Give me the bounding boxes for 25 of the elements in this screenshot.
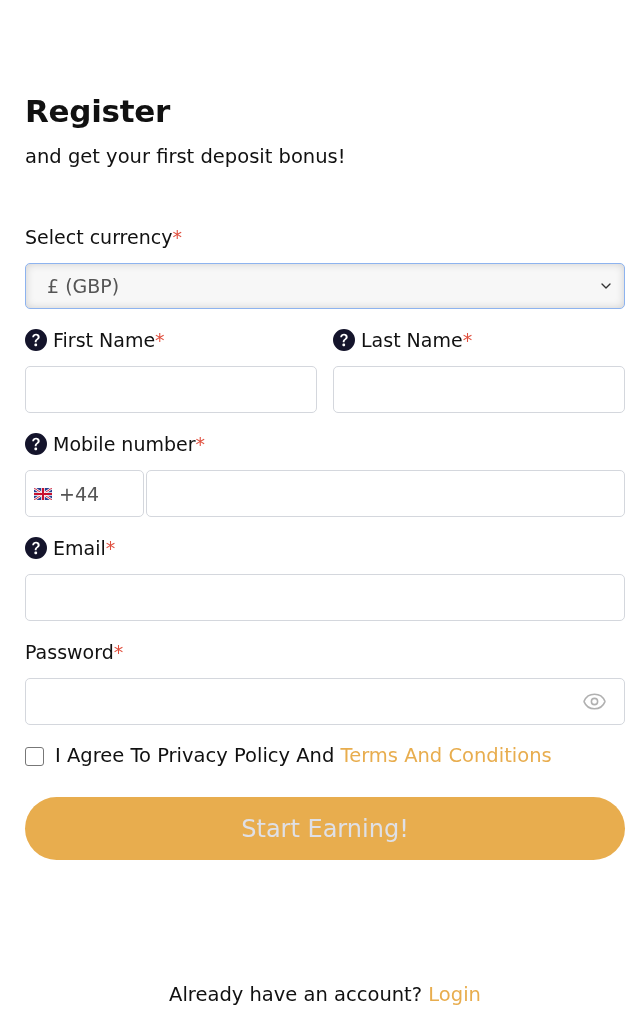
help-icon[interactable] [25, 329, 47, 351]
checkbox[interactable] [25, 746, 44, 766]
terms-link[interactable]: Terms And Conditions [340, 744, 552, 767]
field-label: First Name* [53, 328, 165, 353]
input-field[interactable] [333, 366, 625, 413]
currency-select[interactable]: £ (GBP) [25, 263, 625, 309]
agreement-text: I Agree To Privacy Policy And Terms And Conditions [55, 744, 552, 768]
help-icon[interactable] [25, 433, 47, 455]
help-icon[interactable] [333, 329, 355, 351]
input-field[interactable] [146, 470, 625, 517]
field-label: Password* [25, 640, 124, 665]
country-code-select[interactable]: +44 [25, 470, 144, 517]
field-label: Select currency* [25, 225, 182, 250]
input-field[interactable] [25, 366, 317, 413]
page-title: Register [25, 92, 172, 131]
password-field[interactable] [25, 678, 625, 725]
input-field[interactable] [25, 574, 625, 621]
field-label: Mobile number* [53, 432, 206, 457]
help-icon[interactable] [25, 537, 47, 559]
flag-icon [34, 487, 52, 500]
login-link[interactable]: Login [428, 983, 481, 1006]
field-label: Email* [53, 536, 116, 561]
field-label: Last Name* [361, 328, 473, 353]
page-subtitle: and get your first deposit bonus! [25, 144, 347, 170]
login-prompt: Already have an account? Login [168, 982, 482, 1008]
